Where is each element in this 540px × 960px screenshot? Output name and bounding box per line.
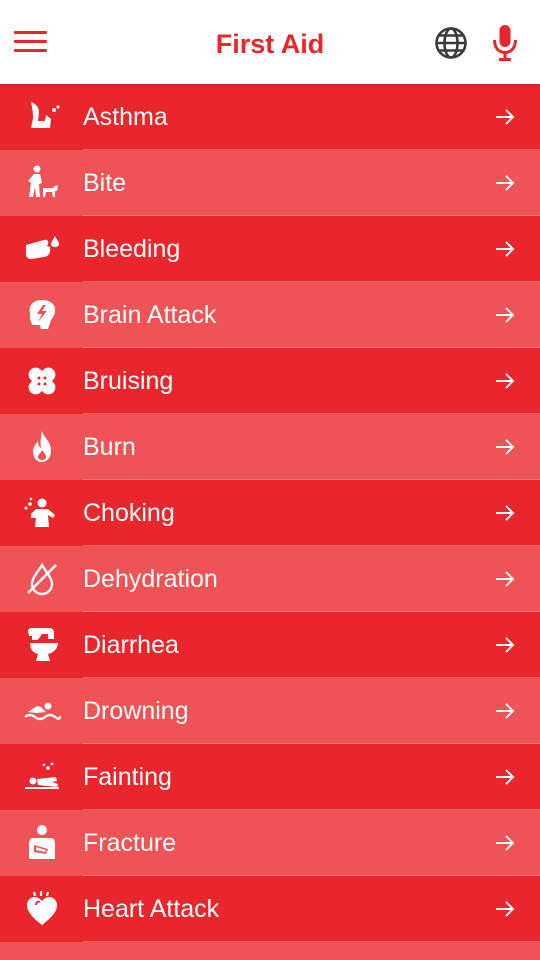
language-button[interactable] — [434, 26, 468, 60]
list-item-label: Heart Attack — [83, 895, 220, 923]
arrow-right-icon — [496, 703, 515, 719]
voice-search-button[interactable] — [492, 24, 518, 62]
arrow-right-icon — [496, 637, 515, 653]
list-item-drowning[interactable]: Drowning — [0, 678, 540, 744]
list-item-diarrhea[interactable]: Diarrhea — [0, 612, 540, 678]
brain-bolt-icon — [29, 300, 56, 329]
arrow-right-icon — [496, 109, 515, 125]
list-item-bleeding[interactable]: Bleeding — [0, 216, 540, 282]
list-item-label: Choking — [83, 499, 175, 527]
list-item-dehydration[interactable]: Dehydration — [0, 546, 540, 612]
no-drop-icon — [27, 562, 57, 596]
arm-sling-icon — [29, 825, 55, 859]
list-item-label: Bite — [83, 169, 127, 197]
list-item-label: Diarrhea — [83, 631, 179, 659]
list-item-burn[interactable]: Burn — [0, 414, 540, 480]
list-item-bite[interactable]: Bite — [0, 150, 540, 216]
arrow-right-icon — [496, 373, 515, 389]
arrow-right-icon — [496, 439, 515, 455]
arrow-right-icon — [496, 901, 515, 917]
arrow-right-icon — [496, 769, 515, 785]
choking-icon — [24, 497, 55, 527]
list-item-asthma[interactable]: Asthma — [0, 84, 540, 150]
list-item-label: Drowning — [83, 697, 189, 725]
arrow-right-icon — [496, 175, 515, 191]
list-item-heart-attack[interactable]: Heart Attack — [0, 876, 540, 942]
list-item-label: Asthma — [83, 103, 168, 131]
asthma-icon — [31, 102, 60, 128]
bandage-icon — [28, 367, 56, 395]
list-item-label: Brain Attack — [83, 301, 217, 329]
swimmer-icon — [24, 702, 62, 721]
app-header: First Aid — [0, 0, 540, 84]
arrow-right-icon — [496, 241, 515, 257]
list-item-fracture[interactable]: Fracture — [0, 810, 540, 876]
hamburger-menu-icon — [14, 31, 47, 34]
bleeding-hand-icon — [26, 236, 59, 259]
toilet-icon — [28, 628, 58, 661]
list-item-partial[interactable] — [0, 942, 540, 960]
arrow-right-icon — [496, 571, 515, 587]
list-item-label: Fainting — [83, 763, 172, 791]
list-item-fainting[interactable]: Fainting — [0, 744, 540, 810]
list-item-label: Bruising — [83, 367, 174, 395]
arrow-right-icon — [496, 835, 515, 851]
fainting-person-icon — [25, 762, 59, 789]
heart-icon — [27, 891, 57, 925]
topics-list: Asthma Bite Bleeding Brain Attack Bruisi… — [0, 84, 540, 960]
list-item-choking[interactable]: Choking — [0, 480, 540, 546]
flame-icon — [33, 431, 51, 462]
list-item-brain-attack[interactable]: Brain Attack — [0, 282, 540, 348]
menu-button[interactable] — [14, 31, 48, 55]
dog-bite-icon — [28, 165, 58, 197]
arrow-right-icon — [496, 307, 515, 323]
arrow-right-icon — [496, 505, 515, 521]
microphone-icon — [493, 25, 517, 61]
globe-icon — [435, 27, 467, 59]
list-item-label: Burn — [83, 433, 136, 461]
list-item-label: Dehydration — [83, 565, 218, 593]
list-item-bruising[interactable]: Bruising — [0, 348, 540, 414]
list-item-label: Fracture — [83, 829, 177, 857]
list-item-label: Bleeding — [83, 235, 181, 263]
